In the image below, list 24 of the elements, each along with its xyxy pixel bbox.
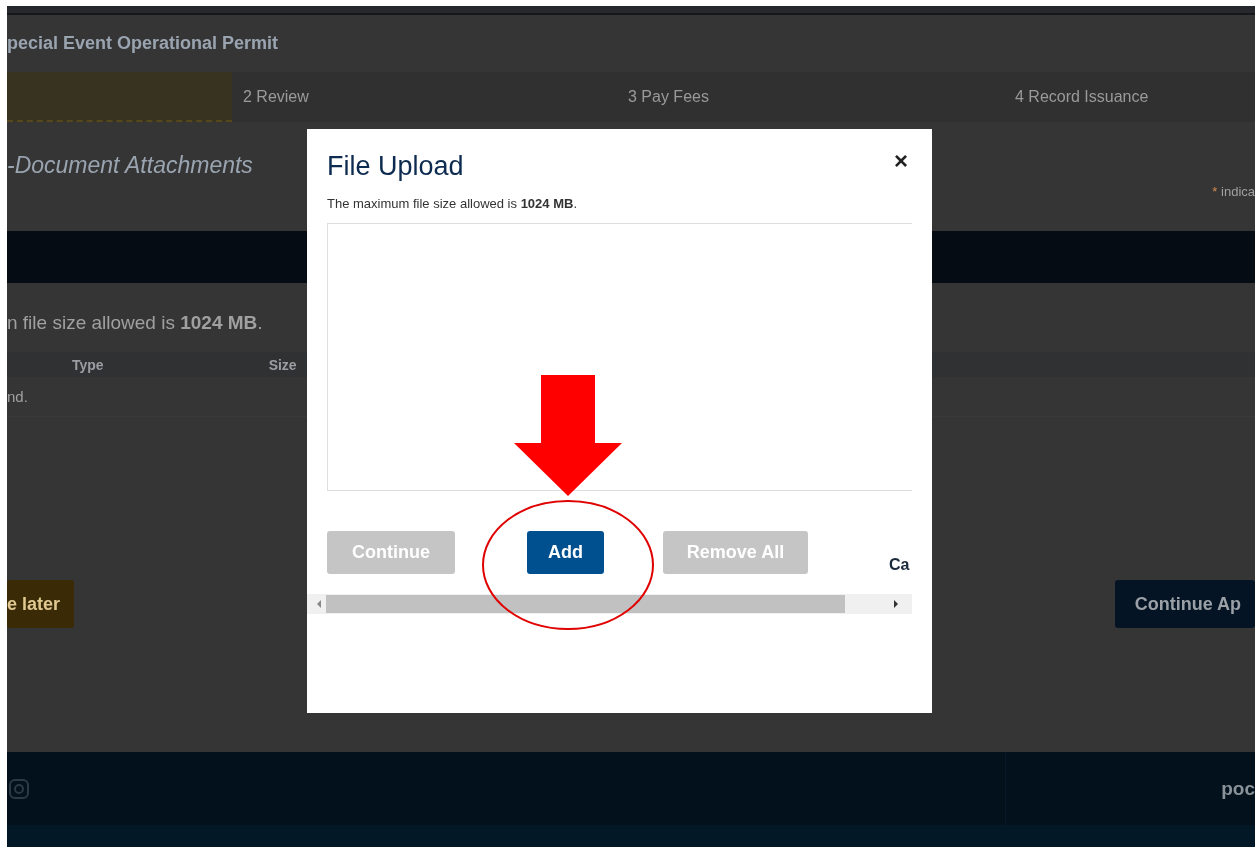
- progress-step: 3 Pay Fees: [617, 72, 1004, 122]
- page-button[interactable]: e later: [7, 580, 75, 628]
- column-header: Size: [268, 356, 297, 373]
- close-button[interactable]: ×: [894, 149, 908, 173]
- instagram-icon: [9, 778, 29, 799]
- cancel-link[interactable]: Ca: [889, 555, 910, 574]
- horizontal-scrollbar[interactable]: [307, 594, 912, 614]
- permit-title: pecial Event Operational Permit: [7, 33, 279, 54]
- progress-step: 2 Review: [232, 72, 617, 122]
- arrow-annotation-icon: [514, 375, 622, 496]
- scrollbar-thumb[interactable]: [326, 595, 845, 613]
- ellipse-annotation-icon: [481, 499, 655, 631]
- dialog-button[interactable]: Add: [527, 531, 604, 574]
- page-button[interactable]: Continue Ap: [1114, 580, 1255, 628]
- progress-step: 4 Record Issuance: [1004, 72, 1254, 122]
- section-heading: -Document Attachments: [7, 152, 253, 180]
- file-size-note: n file size allowed is 1024 MB.: [7, 311, 263, 334]
- footer-text: poc: [1221, 777, 1255, 800]
- file-size-note: The maximum file size allowed is 1024 MB.: [327, 196, 578, 211]
- column-header: Type: [72, 356, 104, 373]
- scroll-right-icon[interactable]: [891, 599, 901, 609]
- required-note: * indica: [1212, 184, 1255, 200]
- dialog-title: File Upload: [327, 151, 464, 182]
- empty-table-message: nd.: [7, 388, 28, 405]
